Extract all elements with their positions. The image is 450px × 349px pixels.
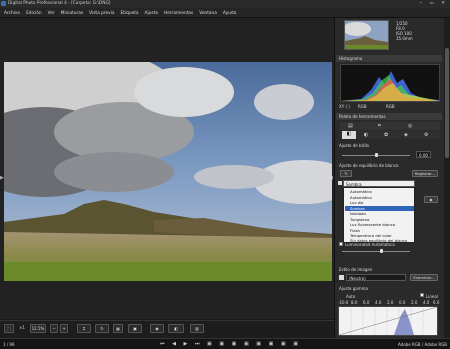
info-focal: 35.0mm [396,36,413,41]
status-counter: 1 / 96 [3,342,15,347]
gamma-tick: 2.0 [387,300,394,305]
brightness-label: Ajuste de brillo [339,143,370,148]
scrollbar-thumb[interactable] [445,48,449,158]
window-title: Digital Photo Professional 4 - [Carpeta:… [8,1,111,6]
style-camera-icon [339,275,344,280]
gamma-label: Ajuste gamma [339,286,369,291]
panel-scrollbar[interactable] [444,18,450,338]
menu-ver[interactable]: Ver [45,8,58,16]
color-tab-icon[interactable]: ✿ [384,132,388,138]
crop-tool-icon[interactable]: ⌗ [77,324,91,333]
menu-ajuste[interactable]: Ajuste [142,8,161,16]
wb-option[interactable]: Nublado [345,211,414,216]
landscape-photo[interactable] [4,62,332,281]
auto-light-slider[interactable] [342,251,410,252]
scale-label[interactable]: ×1 [17,324,27,333]
wb-option[interactable]: Automático [345,195,414,200]
menu-vista-previa[interactable]: Vista previa [86,8,117,16]
settings-tab-icon[interactable]: ⚙ [424,132,428,138]
window-controls[interactable]: ‒ ▭ ✕ [419,1,448,6]
style-select[interactable]: (Neutro) [346,274,406,281]
palette-tabs-row1: ▤ ⌗ ◎ [340,122,440,130]
zoom-select[interactable]: 12.5% [30,324,46,333]
gamma-tick: 6.0 [433,300,440,305]
palette-tabs-row2: ◧ ◐ ✿ ◈ ⚙ [340,131,440,139]
wb-option[interactable]: Luz día [345,200,414,205]
histogram-mode-b[interactable]: RGB [386,104,395,109]
brightness-value[interactable]: 0.00 [416,151,431,158]
menu-etiqueta[interactable]: Etiqueta [118,8,142,16]
compare-icon[interactable]: ◧ [168,324,184,333]
gamma-graph[interactable] [338,306,438,336]
wb-option[interactable]: Luz fluorescente blanca [345,222,414,227]
histogram-xy-label: XY ( ) [339,104,350,109]
rotate-icon[interactable]: ↻ [95,324,109,333]
brightness-knob[interactable] [375,153,378,157]
app-icon [1,1,6,6]
zoom-out-icon[interactable]: − [50,324,58,333]
menu-edicion[interactable]: Edición [23,8,45,16]
highlight-alert-icon[interactable]: ◉ [150,324,164,333]
status-nav-icons[interactable]: ⏮ ◀ ▶ ⏭ ▣ ▣ ▣ ▣ ▣ ▣ ▣ ▣ [160,341,301,347]
menu-archivo[interactable]: Archivo [1,8,23,16]
tool-palette-header[interactable]: Paleta de herramientas [336,113,442,120]
menu-ayuda[interactable]: Ayuda [220,8,239,16]
wb-option[interactable]: Sin datos equilibrio del blanco [345,238,414,243]
crop-tab-icon[interactable]: ⌗ [378,123,381,129]
detail-tab-icon[interactable]: ◈ [404,132,408,138]
status-color-space: Adobe RGB / Adobe RGB [398,342,447,347]
gamma-tick: 2.0 [411,300,418,305]
histogram-title: Histograma [339,56,363,61]
gamma-tick: 4.0 [375,300,382,305]
wb-option-selected[interactable]: Sombra [345,205,414,211]
menu-herramientas[interactable]: Herramientas [161,8,196,16]
linear-checkbox[interactable] [420,293,424,297]
menu-miniaturas[interactable]: Miniaturas [58,8,87,16]
af-points-icon[interactable]: ▣ [128,324,142,333]
basic-tab-icon[interactable]: ◧ [342,131,356,139]
tool-palette-title: Paleta de herramientas [339,114,386,119]
grid-icon[interactable]: ▦ [113,324,123,333]
navigator-thumbnail[interactable] [343,20,389,50]
gamma-tick: 0.0 [399,300,406,305]
linear-label: Lineal [426,294,438,299]
menu-bar: Archivo Edición Ver Miniaturas Vista previa E… [0,8,450,18]
title-bar: Digital Photo Professional 4 - [Carpeta:… [0,0,450,8]
style-browse-button[interactable]: Examinar... [410,274,438,281]
camera-icon [338,181,342,185]
gamma-tick: 4.0 [423,300,430,305]
wb-option[interactable]: Automático [345,189,414,194]
wb-dropdown-list: Automático Automático Luz día Sombra Nub… [343,187,415,243]
histogram-mode-a[interactable]: RGB [358,104,367,109]
fit-screen-icon[interactable]: ⛶ [4,324,14,333]
gamma-tick: 6.0 [363,300,370,305]
auto-light-knob[interactable] [380,249,383,253]
gamma-tick: -10.0 [338,300,349,305]
status-bar: 1 / 96 Adobe RGB / Adobe RGB ⏮ ◀ ▶ ⏭ ▣ ▣… [0,338,450,349]
style-label: Estilo de imagen [339,267,373,272]
raw-tab-icon[interactable]: ▤ [348,123,353,129]
wb-register-button[interactable]: Registrar... [412,170,438,177]
tone-tab-icon[interactable]: ◐ [364,132,368,138]
gamma-tick: 8.0 [351,300,358,305]
wb-eyedropper-icon[interactable]: ✎ [340,170,352,177]
layout-icon[interactable]: ▥ [190,324,204,333]
histogram-header[interactable]: Histograma [336,55,442,62]
zoom-in-icon[interactable]: + [60,324,68,333]
wb-label: Ajuste de equilibrio de blanco [339,163,399,168]
lens-tab-icon[interactable]: ◎ [408,123,412,129]
wb-select[interactable]: Sombra [343,180,415,187]
wb-option[interactable]: Flash [345,228,414,233]
menu-ventana[interactable]: Ventana [196,8,220,16]
gamma-auto[interactable]: Auto [346,294,355,299]
tint-toggle[interactable]: ◆ [424,196,438,203]
wb-option[interactable]: Tungsteno [345,217,414,222]
gamma-scale: -10.0 8.0 6.0 4.0 2.0 0.0 2.0 4.0 6.0 [338,300,440,305]
histogram-graph [340,64,440,102]
